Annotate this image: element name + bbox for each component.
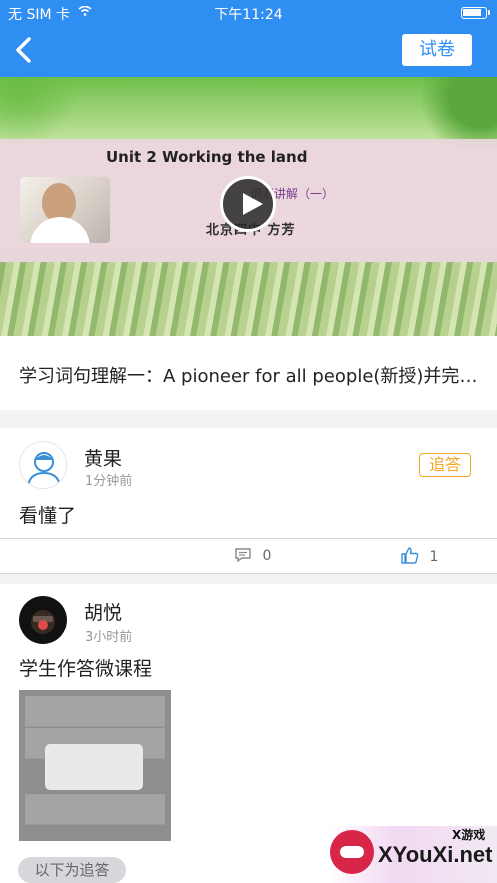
user-avatar-icon [27, 452, 61, 487]
screenshot-row [25, 696, 165, 727]
play-button-icon[interactable] [220, 176, 276, 232]
video-player[interactable]: Unit 2 Working the land 词汇讲解（一） 北京四中 方芳 [0, 77, 497, 336]
comment-icon [235, 548, 251, 563]
comment-actions: 0 1 [0, 538, 497, 574]
comment-author: 黄果 [84, 448, 123, 470]
video-background-field [0, 262, 497, 336]
video-background-leaves [0, 77, 497, 147]
comment-time: 1分钟前 [85, 474, 133, 489]
screenshot-row [25, 794, 165, 825]
avatar[interactable] [19, 441, 67, 489]
comment-content: 看懂了 [19, 505, 77, 527]
back-arrow-icon[interactable] [12, 33, 36, 67]
top-bar: 无 SIM 卡 下午11:24 试卷 [0, 0, 497, 77]
comment-count: 0 [262, 548, 272, 564]
like-button[interactable]: 1 [401, 547, 438, 565]
attached-screenshot-image[interactable] [19, 690, 171, 841]
reply-button[interactable]: 追答 [419, 453, 471, 477]
course-title: 学习词句理解一：A pioneer for all people(新授)并完成.… [19, 366, 479, 387]
comment-count-button[interactable]: 0 [234, 547, 271, 564]
watermark-logo-icon [330, 830, 374, 874]
follow-up-divider: 以下为追答 [18, 857, 126, 883]
comment-content: 学生作答微课程 [19, 658, 153, 680]
watermark-small: X游戏 [452, 828, 486, 842]
like-count: 1 [429, 549, 439, 565]
comment-time: 3小时前 [85, 630, 133, 645]
quiz-button[interactable]: 试卷 [402, 34, 472, 66]
comment-author: 胡悦 [84, 602, 123, 624]
watermark-site: XYouXi.net [378, 842, 493, 867]
screenshot-dialog [45, 744, 143, 790]
battery-icon [461, 7, 490, 19]
teacher-photo [20, 177, 110, 243]
avatar[interactable] [19, 596, 67, 644]
clock: 下午11:24 [214, 7, 283, 23]
video-title: Unit 2 Working the land [106, 148, 308, 166]
status-bar: 无 SIM 卡 下午11:24 [0, 0, 497, 24]
user-avatar-icon [31, 610, 55, 634]
thumbs-up-icon [401, 547, 419, 564]
